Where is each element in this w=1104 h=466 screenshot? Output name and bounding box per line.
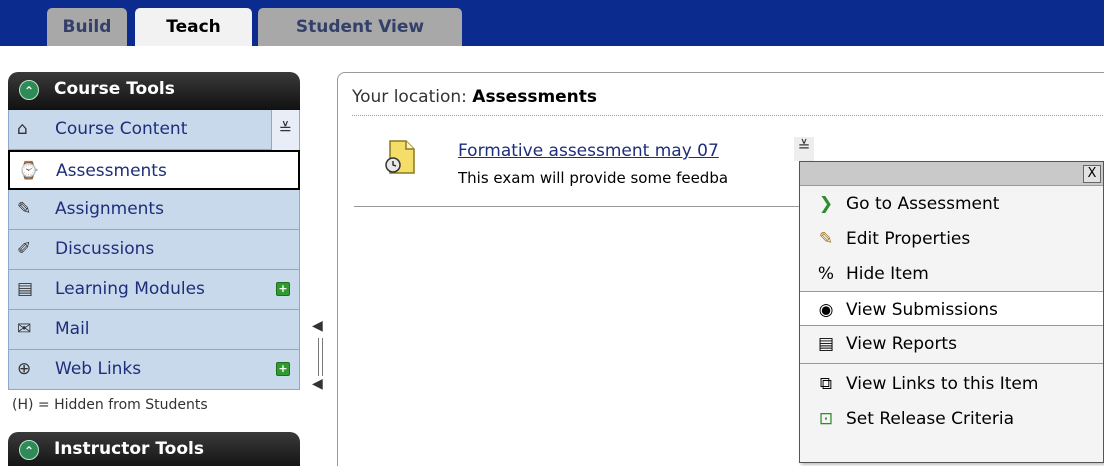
menu-item-set-release-criteria[interactable]: ⊡ Set Release Criteria bbox=[800, 401, 1103, 436]
sidebar-collapse-handle[interactable]: ◀ ◀ bbox=[312, 318, 326, 394]
pencil-icon: ✎ bbox=[818, 229, 834, 249]
drag-handle-icon[interactable] bbox=[318, 338, 323, 376]
item-menu-chevron-icon[interactable]: ≚ bbox=[794, 137, 814, 161]
hidden-from-students-note: (H) = Hidden from Students bbox=[12, 397, 208, 413]
menu-separator bbox=[800, 363, 1103, 364]
collapse-circle-icon[interactable]: ⌃ bbox=[19, 80, 39, 100]
item-context-menu: X ❯ Go to Assessment ✎ Edit Properties %… bbox=[799, 161, 1104, 463]
sidebar-item-label: Assignments bbox=[55, 199, 164, 219]
menu-item-label: Set Release Criteria bbox=[846, 409, 1014, 429]
menu-item-label: View Links to this Item bbox=[846, 374, 1039, 394]
eye-document-icon: ◉ bbox=[818, 300, 834, 320]
collapse-circle-icon[interactable]: ⌃ bbox=[19, 440, 39, 460]
close-icon[interactable]: X bbox=[1083, 165, 1101, 183]
hide-icon: % bbox=[817, 264, 835, 284]
envelope-icon: ✉ bbox=[17, 319, 32, 339]
menu-item-view-submissions[interactable]: ◉ View Submissions bbox=[800, 291, 1103, 326]
breadcrumb: Your location: Assessments bbox=[352, 87, 597, 107]
menu-item-view-links[interactable]: ⧉ View Links to this Item bbox=[800, 366, 1103, 401]
sidebar-item-course-content[interactable]: ⌂ Course Content ≚ bbox=[8, 110, 300, 150]
sidebar-item-label: Mail bbox=[55, 319, 90, 339]
sidebar-item-label: Web Links bbox=[55, 359, 142, 379]
tab-teach[interactable]: Teach bbox=[135, 8, 252, 46]
globe-document-icon: ⊕ bbox=[17, 359, 32, 379]
tab-student-view[interactable]: Student View bbox=[258, 8, 462, 46]
location-current: Assessments bbox=[472, 87, 598, 107]
menu-item-label: Edit Properties bbox=[846, 229, 971, 249]
assessment-link[interactable]: Formative assessment may 07 bbox=[458, 141, 719, 161]
menu-item-label: Go to Assessment bbox=[846, 194, 1000, 214]
menu-item-hide-item[interactable]: % Hide Item bbox=[800, 256, 1103, 291]
document-icon: ▤ bbox=[17, 279, 34, 299]
links-icon: ⧉ bbox=[819, 374, 833, 394]
course-tools-header[interactable]: ⌃ Course Tools bbox=[8, 72, 300, 110]
context-menu-titlebar: X bbox=[800, 162, 1103, 186]
sidebar-item-assessments[interactable]: ⌚ Assessments bbox=[8, 150, 300, 190]
collapse-left-icon[interactable]: ◀ bbox=[312, 376, 323, 392]
pen-document-icon: ✎ bbox=[17, 199, 32, 219]
sidebar-item-label: Learning Modules bbox=[55, 279, 205, 299]
collapse-left-icon[interactable]: ◀ bbox=[312, 318, 323, 334]
menu-item-label: Hide Item bbox=[846, 264, 929, 284]
menu-item-label: View Submissions bbox=[846, 300, 998, 320]
menu-item-label: View Reports bbox=[846, 334, 957, 354]
arrow-right-icon: ❯ bbox=[818, 194, 834, 214]
add-plus-icon[interactable]: + bbox=[276, 282, 290, 296]
clock-document-icon: ⌚ bbox=[18, 161, 40, 181]
instructor-tools-header[interactable]: ⌃ Instructor Tools bbox=[8, 432, 300, 466]
sidebar-item-label: Discussions bbox=[55, 239, 155, 259]
top-tab-bar: Build Teach Student View bbox=[0, 0, 1104, 46]
sidebar-item-label: Assessments bbox=[56, 161, 167, 181]
assessment-clock-icon bbox=[385, 140, 415, 174]
sidebar-item-assignments[interactable]: ✎ Assignments bbox=[8, 190, 300, 230]
menu-item-view-reports[interactable]: ▤ View Reports bbox=[800, 326, 1103, 361]
location-prefix: Your location: bbox=[352, 87, 473, 107]
menu-item-go-to-assessment[interactable]: ❯ Go to Assessment bbox=[800, 186, 1103, 221]
sidebar-item-discussions[interactable]: ✐ Discussions bbox=[8, 230, 300, 270]
course-tools-menu: ⌂ Course Content ≚ ⌚ Assessments ✎ Assig… bbox=[8, 110, 300, 390]
sidebar-item-web-links[interactable]: ⊕ Web Links + bbox=[8, 350, 300, 390]
course-tools-title: Course Tools bbox=[54, 79, 175, 99]
instructor-tools-title: Instructor Tools bbox=[54, 439, 204, 459]
tab-build[interactable]: Build bbox=[47, 8, 127, 46]
release-criteria-icon: ⊡ bbox=[818, 409, 834, 429]
menu-item-edit-properties[interactable]: ✎ Edit Properties bbox=[800, 221, 1103, 256]
expand-chevron-icon[interactable]: ≚ bbox=[271, 110, 299, 150]
divider bbox=[352, 115, 1104, 116]
sidebar-item-learning-modules[interactable]: ▤ Learning Modules + bbox=[8, 270, 300, 310]
assessment-description: This exam will provide some feedba bbox=[458, 169, 729, 187]
house-icon: ⌂ bbox=[17, 119, 28, 139]
pin-icon: ✐ bbox=[17, 239, 32, 259]
sidebar-item-mail[interactable]: ✉ Mail bbox=[8, 310, 300, 350]
report-icon: ▤ bbox=[817, 334, 835, 354]
sidebar-item-label: Course Content bbox=[55, 119, 188, 139]
add-plus-icon[interactable]: + bbox=[276, 362, 290, 376]
